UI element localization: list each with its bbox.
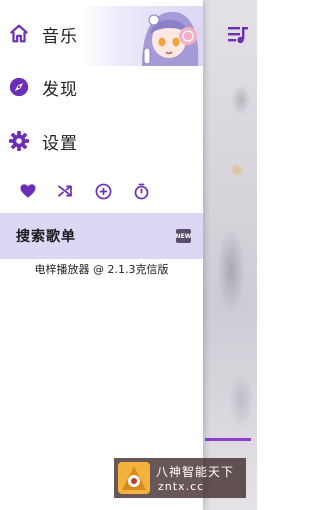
playlist-icon [228, 27, 248, 44]
add-button[interactable] [93, 181, 113, 201]
background-artwork [211, 40, 257, 470]
new-badge: NEW [176, 229, 191, 243]
watermark-logo-icon [118, 462, 150, 494]
watermark-overlay: 八神智能天下 zntx.cc [114, 458, 246, 498]
sleep-timer-button[interactable] [131, 181, 151, 201]
background-app-panel [203, 0, 257, 510]
watermark-title: 八神智能天下 [156, 465, 235, 479]
background-progress-indicator [205, 438, 251, 441]
nav-item-music[interactable]: 音乐 [0, 10, 203, 58]
favorite-button[interactable] [18, 181, 38, 201]
compass-icon [8, 76, 30, 98]
search-playlist-item[interactable]: 搜索歌单 NEW [0, 213, 203, 259]
shuffle-icon [58, 185, 72, 197]
quick-actions-row [0, 176, 203, 206]
heart-icon [20, 184, 36, 198]
nav-item-music-label: 音乐 [42, 26, 78, 47]
navigation-drawer: 音乐 发现 设置 搜索歌单 NEW 电梓播放器 @ 2.1.3克信版 [0, 0, 203, 510]
gear-icon [8, 130, 30, 152]
home-icon [8, 23, 30, 45]
nav-item-discover[interactable]: 发现 [0, 63, 203, 111]
add-circle-icon [95, 183, 111, 199]
timer-icon [134, 183, 148, 199]
app-version-text: 电梓播放器 @ 2.1.3克信版 [34, 263, 169, 276]
playlist-menu-button[interactable] [227, 24, 249, 46]
shuffle-button[interactable] [55, 181, 75, 201]
nav-item-discover-label: 发现 [42, 79, 78, 100]
nav-item-settings[interactable]: 设置 [0, 117, 203, 165]
watermark-url: zntx.cc [158, 480, 205, 493]
nav-item-settings-label: 设置 [42, 133, 78, 154]
search-playlist-label: 搜索歌单 [16, 229, 76, 245]
